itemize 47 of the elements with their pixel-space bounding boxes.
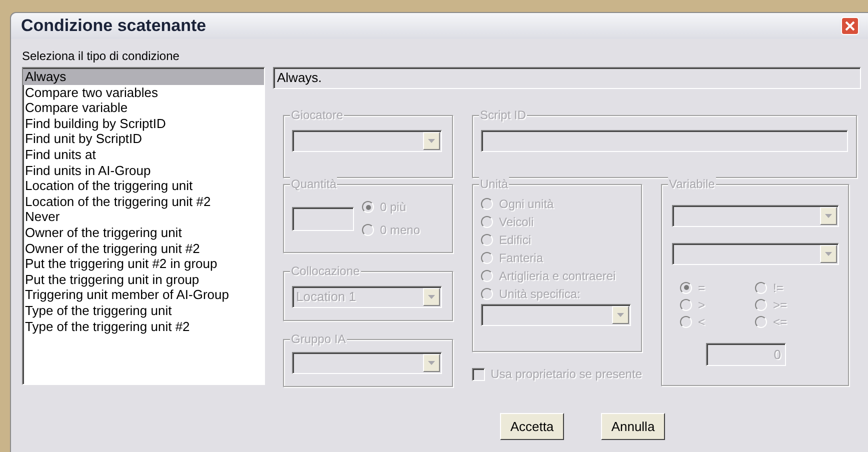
list-item[interactable]: Find building by ScriptID [23, 116, 264, 132]
radio-label: = [698, 280, 706, 296]
list-item[interactable]: Location of the triggering unit #2 [23, 194, 264, 210]
list-item[interactable]: Owner of the triggering unit [23, 224, 264, 241]
radio-label: > [698, 296, 706, 314]
radio-label: < [698, 314, 706, 330]
list-item[interactable]: Find units in AI-Group [23, 162, 264, 178]
radio-label: Unità specifica: [499, 286, 580, 302]
list-label: Seleziona il tipo di condizione [22, 48, 180, 62]
list-item[interactable]: Never [23, 209, 264, 225]
group-label: Variabile [668, 177, 716, 191]
window-title: Condizione scatenante [21, 15, 208, 38]
close-icon[interactable] [845, 21, 855, 31]
list-item[interactable]: Owner of the triggering unit #2 [23, 240, 264, 256]
list-item[interactable]: Find unit by ScriptID [23, 131, 264, 147]
list-item[interactable]: Put the triggering unit in group [23, 272, 264, 288]
list-item[interactable]: Find units at [23, 146, 264, 163]
list-item[interactable]: Compare variable [23, 100, 264, 116]
radio-label: Edifici [499, 232, 532, 248]
radio-label: >= [773, 296, 788, 314]
list-item[interactable]: Compare two variables [23, 84, 264, 100]
radio-label: Fanteria [499, 250, 544, 266]
list-item[interactable]: Put the triggering unit #2 in group [23, 256, 264, 272]
checkbox[interactable] [472, 368, 485, 380]
list-item[interactable]: Location of the triggering unit [23, 178, 264, 194]
group-label: Collocazione [290, 264, 361, 278]
dialog-button[interactable]: Annulla [601, 413, 665, 440]
group-label: Gruppo IA [290, 332, 347, 346]
list-item[interactable]: Always [23, 69, 264, 85]
dialog-button[interactable]: Accetta [500, 413, 564, 440]
checkbox-label: Usa proprietario se presente [490, 366, 642, 383]
group-label: Unità [479, 177, 510, 191]
description-field: Always. [273, 67, 861, 89]
radio-label: Ogni unità [499, 196, 554, 212]
close-button[interactable] [841, 17, 859, 35]
group-label: Script ID [479, 108, 528, 122]
radio-label: Artiglieria e contraerei [499, 268, 616, 284]
list-item[interactable]: Type of the triggering unit [23, 302, 264, 318]
radio-label: 0 più [380, 199, 406, 216]
radio-label: != [773, 280, 784, 296]
list-item[interactable]: Type of the triggering unit #2 [23, 318, 264, 334]
radio-label: 0 meno [380, 222, 420, 239]
list-item[interactable]: Triggering unit member of AI-Group [23, 287, 264, 303]
group-label: Giocatore [290, 108, 344, 122]
radio-label: <= [773, 314, 788, 330]
group-label: Quantità [290, 177, 338, 191]
radio-label: Veicoli [499, 214, 534, 230]
